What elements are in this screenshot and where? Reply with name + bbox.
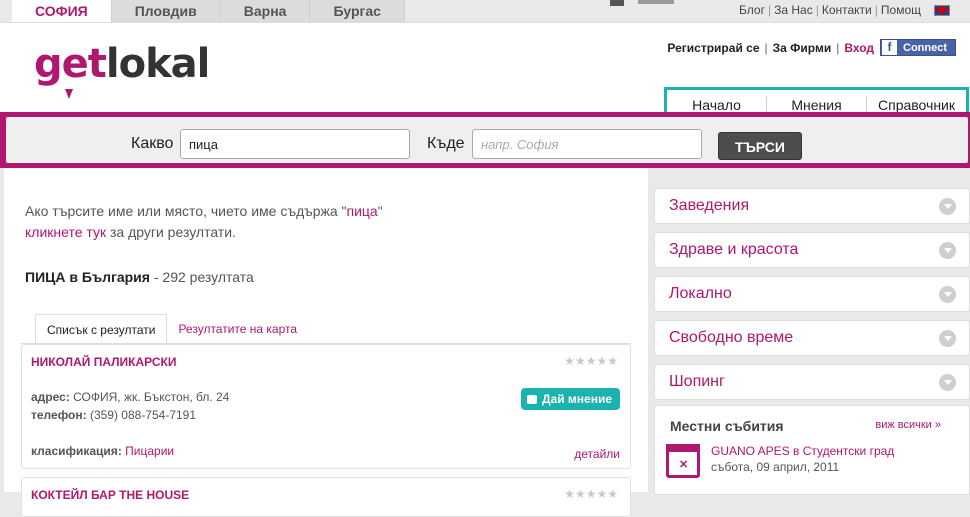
sidebar-item-label: Заведения	[669, 197, 750, 214]
city-tab-burgas[interactable]: Бургас	[310, 0, 405, 22]
phone-value: (359) 088-754-7191	[86, 408, 197, 422]
listing-name[interactable]: КОКТЕЙЛ БАР THE HOUSE	[31, 488, 189, 502]
tab-list[interactable]: Списък с резултати	[35, 314, 168, 344]
calendar-mark: ✕	[679, 459, 689, 471]
results-panel: Ако търсите име или място, чието име съд…	[4, 168, 648, 517]
register-link[interactable]: Регистрирай се	[667, 41, 759, 55]
chevron-down-icon	[939, 241, 956, 259]
result-tabs: Списък с резултати Резултатите на карта	[35, 314, 308, 344]
uk-flag-icon[interactable]	[934, 4, 950, 16]
see-all-events-link[interactable]: виж всички »	[875, 419, 941, 431]
facebook-connect-label: Connect	[903, 41, 947, 54]
sidebar-item-venues[interactable]: Заведения	[654, 188, 970, 224]
where-label: Къде	[427, 135, 465, 152]
logo[interactable]: getlokal	[34, 41, 210, 87]
account-links: Регистрирай се | За Фирми | Вход f Conne…	[667, 39, 956, 56]
results-title: ПИЦА в България - 292 резултата	[25, 269, 254, 285]
nav-directory[interactable]: Справочник	[867, 97, 966, 113]
where-input[interactable]	[472, 129, 702, 159]
click-here-link[interactable]: кликнете тук	[25, 224, 106, 240]
nav-reviews[interactable]: Мнения	[767, 97, 867, 113]
listing-name[interactable]: НИКОЛАЙ ПАЛИКАРСКИ	[31, 355, 177, 369]
sidebar-item-label: Локално	[669, 285, 732, 302]
chevron-down-icon	[939, 329, 956, 347]
sidebar-item-label: Свободно време	[669, 329, 794, 346]
separator: |	[836, 40, 840, 55]
intro-text-a: Ако търсите име или място, чието име съд…	[25, 203, 347, 219]
rating-stars: ★★★★★	[564, 354, 618, 368]
business-link[interactable]: За Фирми	[773, 41, 832, 55]
tab-map[interactable]: Резултатите на карта	[167, 314, 308, 344]
sidebar-item-local[interactable]: Локално	[654, 276, 970, 312]
event-link[interactable]: GUANO APES в Студентски град	[711, 444, 894, 458]
chevron-down-icon	[939, 373, 956, 391]
intro-line-1: Ако търсите име или място, чието име съд…	[25, 201, 383, 222]
events-title: Местни събития	[670, 418, 784, 434]
search-panel: Какво Къде ТЪРСИ	[6, 117, 968, 163]
help-link[interactable]: Помощ	[878, 3, 924, 17]
city-tab-plovdiv[interactable]: Пловдив	[111, 0, 221, 22]
chevron-down-icon	[939, 285, 956, 303]
city-tabs: СОФИЯ Пловдив Варна Бургас	[12, 0, 405, 22]
results-count: - 292 резултата	[149, 269, 254, 285]
listing-card: КОКТЕЙЛ БАР THE HOUSE ★★★★★	[21, 477, 631, 517]
search-bar: Какво Къде ТЪРСИ	[0, 112, 970, 168]
rating-stars: ★★★★★	[564, 487, 618, 501]
speech-bubble-icon	[526, 394, 537, 404]
search-button[interactable]: ТЪРСИ	[718, 132, 802, 160]
header: getlokal Регистрирай се | За Фирми | Вхо…	[0, 22, 970, 123]
address-label: адрес:	[31, 390, 70, 404]
login-link[interactable]: Вход	[844, 41, 874, 55]
sidebar-item-health-beauty[interactable]: Здраве и красота	[654, 232, 970, 268]
phone-label: телефон:	[31, 408, 87, 422]
intro-text-b: "	[377, 203, 383, 219]
top-links: Блог | За Нас | Контакти | Помощ	[736, 3, 950, 17]
give-review-button[interactable]: Дай мнение	[520, 388, 620, 410]
toolbar-icon[interactable]	[610, 0, 624, 6]
city-tab-sofia[interactable]: СОФИЯ	[12, 0, 112, 22]
intro-line-2: кликнете тук за други резултати.	[25, 222, 383, 243]
classification-label: класификация:	[31, 444, 122, 458]
sidebar-item-shopping[interactable]: Шопинг	[654, 364, 970, 400]
sidebar-item-label: Здраве и красота	[669, 241, 799, 258]
facebook-connect-button[interactable]: f Connect	[880, 39, 956, 56]
logo-pin-icon	[65, 89, 73, 99]
city-tab-varna[interactable]: Варна	[220, 0, 311, 22]
contacts-link[interactable]: Контакти	[819, 3, 875, 17]
toolbar-bar	[638, 0, 674, 4]
results-query: ПИЦА в България	[25, 269, 150, 285]
give-review-label: Дай мнение	[541, 392, 612, 406]
separator: |	[764, 40, 768, 55]
calendar-icon: ✕	[666, 444, 700, 478]
search-term-link[interactable]: пица	[347, 203, 378, 219]
local-events: Местни събития виж всички » ✕ GUANO APES…	[654, 405, 970, 495]
event-date: събота, 09 април, 2011	[711, 460, 840, 474]
what-input[interactable]	[180, 129, 410, 159]
details-link[interactable]: детайли	[574, 447, 620, 461]
intro-text-rest: за други резултати.	[106, 224, 236, 240]
classification-link[interactable]: Пицарии	[125, 444, 174, 458]
listing-address: адрес: СОФИЯ, жк. Бъкстон, бл. 24	[31, 390, 229, 404]
intro-text: Ако търсите име или място, чието име съд…	[25, 201, 383, 243]
facebook-icon: f	[882, 40, 897, 55]
chevron-down-icon	[939, 197, 956, 215]
logo-part-lokal: lokal	[105, 41, 210, 87]
address-value: СОФИЯ, жк. Бъкстон, бл. 24	[69, 390, 230, 404]
blog-link[interactable]: Блог	[736, 3, 768, 17]
nav-home[interactable]: Начало	[667, 97, 767, 113]
logo-part-get: get	[34, 41, 107, 87]
listing-classification: класификация: Пицарии	[31, 444, 174, 458]
sidebar-item-label: Шопинг	[669, 373, 725, 390]
about-link[interactable]: За Нас	[771, 3, 816, 17]
sidebar-item-free-time[interactable]: Свободно време	[654, 320, 970, 356]
listing-card: НИКОЛАЙ ПАЛИКАРСКИ ★★★★★ адрес: СОФИЯ, ж…	[21, 344, 631, 469]
listing-phone: телефон: (359) 088-754-7191	[31, 408, 196, 422]
what-label: Какво	[131, 135, 174, 152]
